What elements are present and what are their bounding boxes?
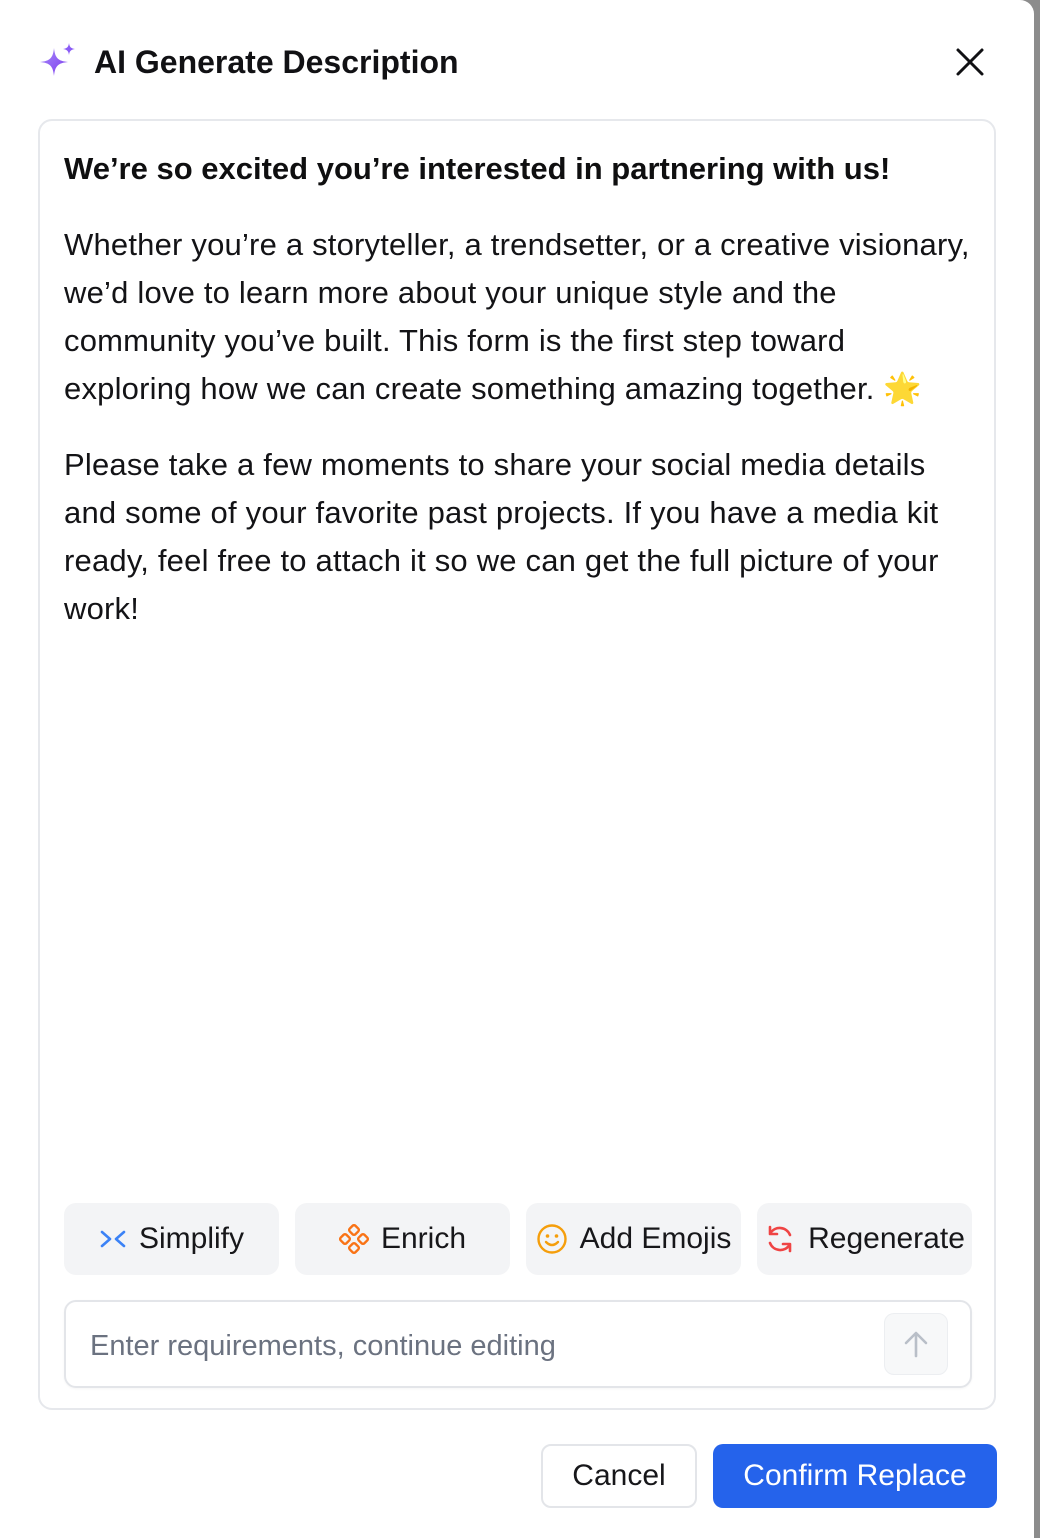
nodes-icon bbox=[338, 1224, 369, 1254]
enrich-button[interactable]: Enrich bbox=[295, 1203, 510, 1275]
cancel-button[interactable]: Cancel bbox=[541, 1444, 697, 1508]
arrow-up-icon bbox=[904, 1331, 928, 1358]
description-paragraph: Whether you’re a storyteller, a trendset… bbox=[64, 227, 970, 406]
generated-description-text[interactable]: We’re so excited you’re interested in pa… bbox=[64, 145, 974, 661]
requirements-input[interactable] bbox=[88, 1320, 872, 1372]
generated-description-panel: We’re so excited you’re interested in pa… bbox=[38, 119, 996, 1410]
regenerate-button[interactable]: Regenerate bbox=[757, 1203, 972, 1275]
close-icon bbox=[956, 48, 984, 76]
close-button[interactable] bbox=[952, 44, 988, 80]
refine-actions: Simplify Enrich Add Emojis Regenerate bbox=[64, 1203, 974, 1275]
regenerate-label: Regenerate bbox=[808, 1222, 965, 1255]
description-headline: We’re so excited you’re interested in pa… bbox=[64, 151, 891, 186]
ai-generate-dialog: AI Generate Description We’re so excited… bbox=[0, 0, 1034, 1538]
refresh-icon bbox=[768, 1225, 792, 1253]
simplify-button[interactable]: Simplify bbox=[64, 1203, 279, 1275]
add-emojis-button[interactable]: Add Emojis bbox=[526, 1203, 741, 1275]
send-button[interactable] bbox=[884, 1313, 948, 1375]
dialog-header: AI Generate Description bbox=[36, 36, 996, 88]
description-paragraph: Please take a few moments to share your … bbox=[64, 447, 939, 626]
sparkle-icon bbox=[36, 42, 78, 84]
enrich-label: Enrich bbox=[380, 1222, 467, 1255]
smiley-icon bbox=[536, 1224, 567, 1254]
add-emojis-label: Add Emojis bbox=[579, 1222, 732, 1255]
collapse-arrows-icon bbox=[100, 1230, 126, 1248]
dialog-title: AI Generate Description bbox=[94, 44, 459, 80]
requirements-prompt bbox=[64, 1300, 972, 1388]
confirm-replace-button[interactable]: Confirm Replace bbox=[713, 1444, 997, 1508]
simplify-label: Simplify bbox=[138, 1222, 244, 1255]
